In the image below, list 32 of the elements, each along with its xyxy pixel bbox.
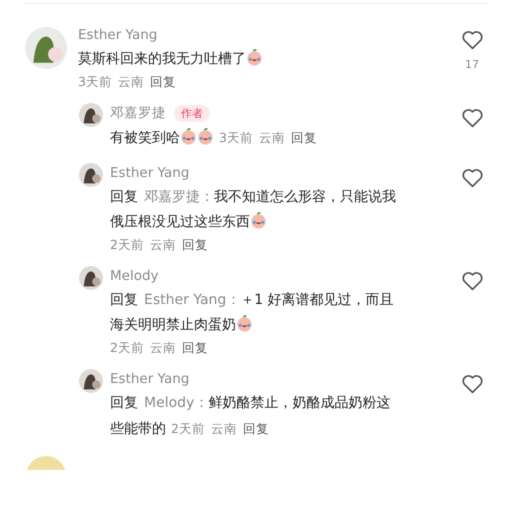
- comment-location: 云南: [150, 340, 176, 357]
- comment-date: 3天前: [78, 74, 112, 91]
- like-count: 17: [465, 58, 479, 71]
- comment-location: 云南: [210, 420, 237, 438]
- comment-location: 云南: [118, 74, 144, 91]
- reply-link[interactable]: 回复: [182, 340, 208, 357]
- avatar[interactable]: [79, 163, 103, 187]
- reply-link[interactable]: 回复: [242, 416, 269, 441]
- comment-date: 2天前: [110, 340, 144, 357]
- comment-text: 回复 邓嘉罗捷：我不知道怎么形容，只能说我俄压根没见过这些东西: [110, 188, 397, 232]
- comment-date: 3天前: [219, 129, 253, 147]
- reply-link[interactable]: 回复: [182, 237, 208, 254]
- author-badge: 作者: [174, 104, 210, 122]
- avatar[interactable]: [79, 369, 103, 393]
- comment-location: 云南: [150, 237, 176, 254]
- reply-link[interactable]: 回复: [150, 74, 176, 91]
- reply-link[interactable]: 回复: [290, 125, 317, 150]
- crying-emoji-icon: [250, 212, 267, 229]
- avatar[interactable]: [79, 103, 103, 127]
- comment-location: 云南: [258, 129, 285, 147]
- comment-date: 2天前: [171, 420, 205, 438]
- crying-emoji-icon: [197, 128, 214, 145]
- comment-text: 回复 Melody：鲜奶酪禁止，奶酪成品奶粉这些能带的 2天前 云南 回复: [110, 391, 400, 442]
- comment-text: 有被笑到哈 3天前 云南 回复: [110, 125, 400, 151]
- crying-emoji-icon: [246, 49, 263, 66]
- avatar[interactable]: [25, 27, 67, 69]
- crying-emoji-icon: [180, 128, 197, 145]
- avatar[interactable]: [79, 266, 103, 290]
- comment-text: 莫斯科回来的我无力吐槽了: [78, 47, 368, 72]
- comment-text: 回复 Esther Yang：＋1 好离谱都见过，而且海关明明禁止肉蛋奶: [110, 291, 395, 335]
- crying-emoji-icon: [236, 315, 253, 332]
- comment-date: 2天前: [110, 237, 144, 254]
